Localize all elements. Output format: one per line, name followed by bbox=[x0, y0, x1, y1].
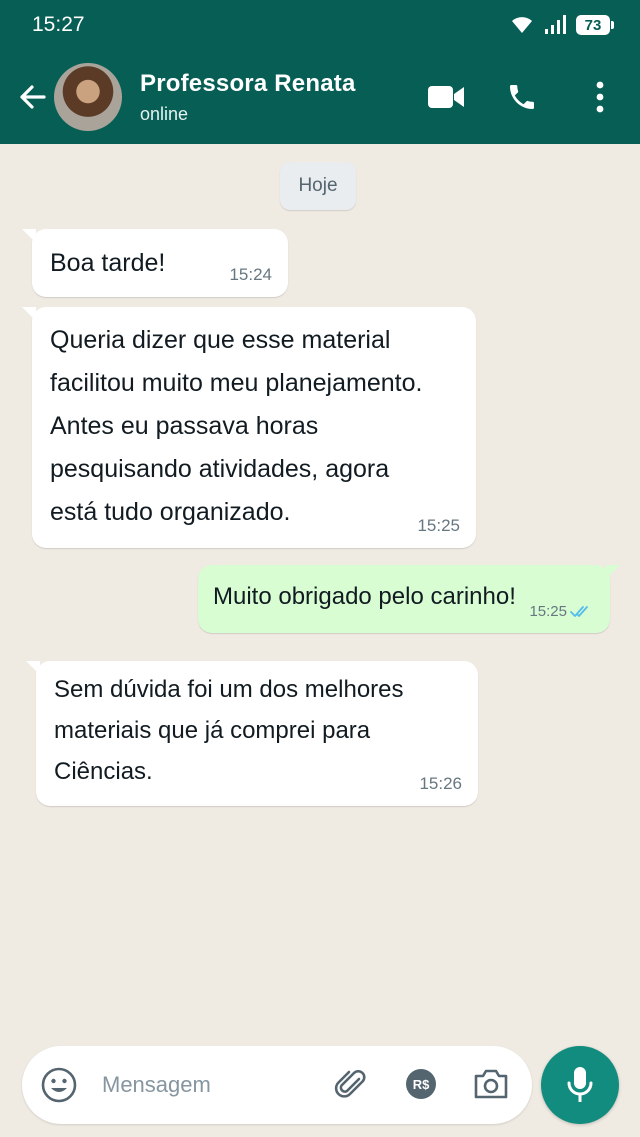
incoming-message[interactable]: Boa tarde! 15:24 bbox=[22, 229, 288, 297]
chat-header: Professora Renata online bbox=[0, 50, 640, 144]
message-time: 15:25 bbox=[417, 516, 460, 535]
mic-button[interactable] bbox=[541, 1046, 619, 1124]
voice-call-button[interactable] bbox=[484, 67, 560, 127]
message-input[interactable]: Mensagem bbox=[102, 1072, 211, 1098]
message-line: Antes eu passava horas bbox=[50, 412, 319, 440]
header-actions bbox=[408, 67, 640, 127]
video-call-button[interactable] bbox=[408, 67, 484, 127]
more-options-icon bbox=[596, 81, 604, 113]
contact-name: Professora Renata bbox=[140, 69, 356, 97]
message-line: materiais que já comprei para bbox=[54, 717, 371, 744]
message-line: está tudo organizado. bbox=[50, 498, 291, 526]
message-meta: 15:25 bbox=[417, 516, 460, 536]
incoming-message[interactable]: Queria dizer que esse material facilitou… bbox=[22, 307, 476, 548]
status-time: 15:27 bbox=[32, 13, 85, 36]
attach-icon[interactable] bbox=[332, 1065, 370, 1103]
contact-info[interactable]: Professora Renata online bbox=[140, 70, 408, 125]
voice-call-icon bbox=[510, 85, 534, 109]
read-ticks-icon bbox=[570, 606, 588, 617]
message-meta: 15:25 bbox=[529, 602, 592, 622]
message-time: 15:24 bbox=[229, 265, 272, 284]
avatar[interactable] bbox=[54, 63, 122, 131]
video-call-icon bbox=[428, 86, 464, 108]
emoji-icon[interactable] bbox=[40, 1066, 78, 1104]
message-line: pesquisando atividades, agora bbox=[50, 455, 390, 483]
bubble-tail bbox=[22, 229, 36, 243]
message-line: Queria dizer que esse material bbox=[50, 326, 391, 354]
wifi-icon bbox=[512, 17, 532, 33]
message-composer: Mensagem R$ bbox=[22, 1046, 532, 1124]
back-button[interactable] bbox=[6, 67, 58, 127]
payment-icon[interactable]: R$ bbox=[406, 1069, 436, 1099]
status-icons: 73 bbox=[510, 15, 614, 35]
outgoing-message[interactable]: Muito obrigado pelo carinho! 15:25 bbox=[198, 565, 620, 633]
message-time: 15:26 bbox=[419, 774, 462, 793]
message-line: facilitou muito meu planejamento. bbox=[50, 369, 423, 397]
bubble-tail bbox=[606, 565, 620, 579]
date-divider: Hoje bbox=[280, 162, 356, 210]
message-time: 15:25 bbox=[529, 603, 567, 620]
incoming-message[interactable]: Sem dúvida foi um dos melhores materiais… bbox=[26, 661, 478, 806]
back-arrow-icon bbox=[20, 85, 46, 109]
signal-icon bbox=[545, 15, 566, 34]
message-line: Sem dúvida foi um dos melhores bbox=[54, 676, 404, 703]
message-meta: 15:26 bbox=[419, 774, 462, 794]
battery-indicator: 73 bbox=[576, 15, 614, 35]
status-bar: 15:27 73 bbox=[0, 0, 640, 50]
camera-icon[interactable] bbox=[472, 1067, 510, 1101]
bubble-tail bbox=[22, 307, 36, 321]
message-meta: 15:24 bbox=[229, 265, 272, 285]
contact-status: online bbox=[140, 103, 189, 124]
message-line: Ciências. bbox=[54, 758, 153, 785]
mic-icon bbox=[567, 1067, 593, 1102]
bubble-tail bbox=[26, 661, 40, 675]
more-options-button[interactable] bbox=[560, 67, 640, 127]
